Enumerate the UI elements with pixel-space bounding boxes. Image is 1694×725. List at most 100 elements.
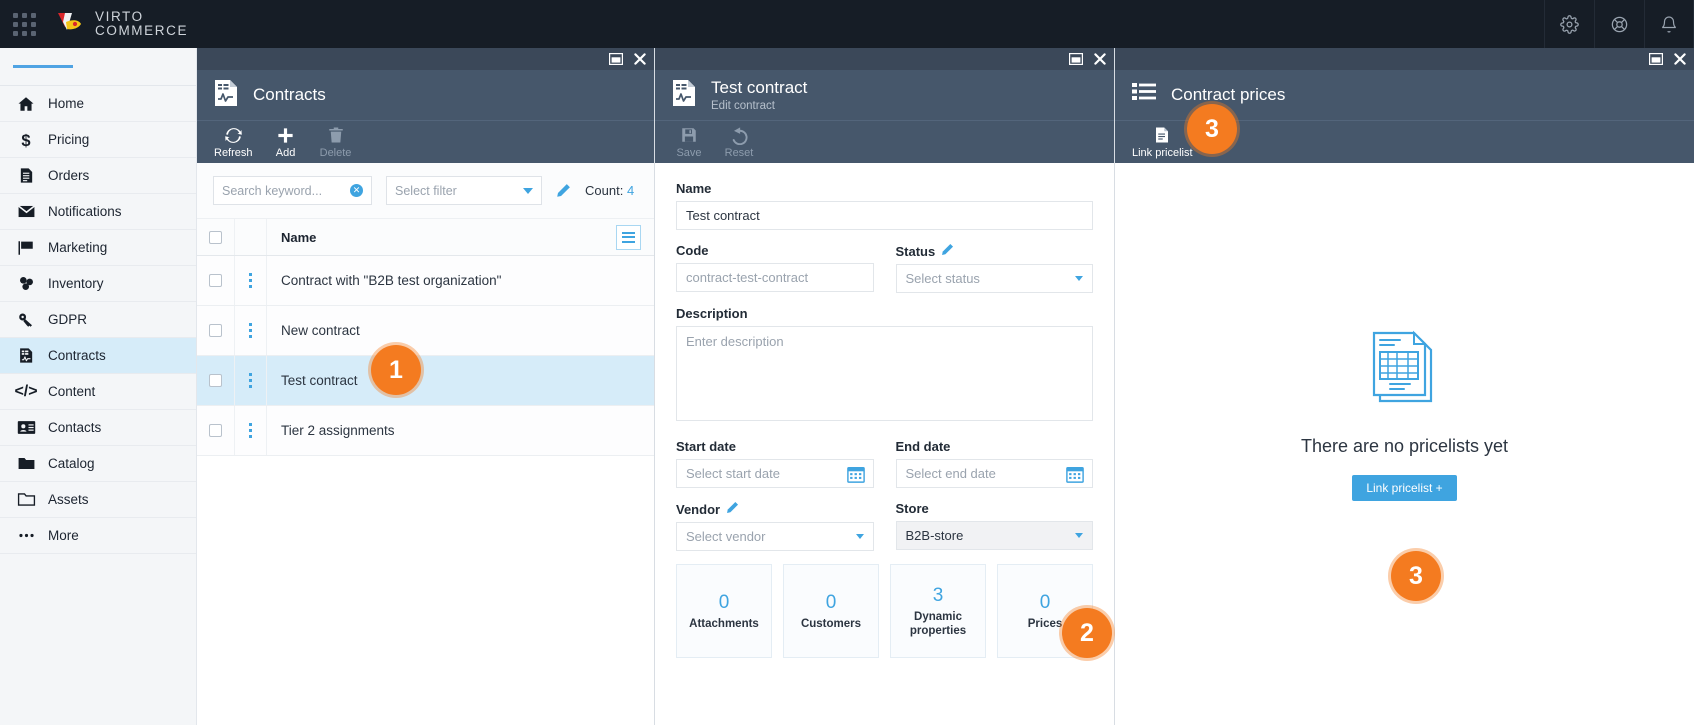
row-checkbox[interactable] <box>209 374 222 387</box>
sidebar-item-marketing[interactable]: Marketing <box>0 230 196 266</box>
end-date-input[interactable]: Select end date <box>895 459 1093 488</box>
row-menu-icon[interactable] <box>248 372 253 389</box>
sidebar-item-contracts[interactable]: Contracts <box>0 338 196 374</box>
search-input-wrapper[interactable]: ✕ <box>213 176 372 205</box>
toolbar-refresh-button[interactable]: Refresh <box>207 121 260 164</box>
row-menu-icon[interactable] <box>248 322 253 339</box>
sidebar-toggle-hamburger-icon[interactable] <box>0 48 196 86</box>
gear-icon[interactable] <box>1544 0 1594 48</box>
store-select-value: B2B-store <box>905 528 964 543</box>
row-name-cell: New contract <box>267 306 654 355</box>
row-checkbox[interactable] <box>209 324 222 337</box>
step-badge-2: 2 <box>1062 608 1112 658</box>
widget-dynamic-properties[interactable]: 3 Dynamic properties <box>890 564 986 658</box>
code-input[interactable] <box>676 263 874 292</box>
vendor-pencil-icon[interactable] <box>726 501 739 517</box>
row-menu-icon[interactable] <box>248 422 253 439</box>
row-name-cell: Tier 2 assignments <box>267 406 654 455</box>
table-row[interactable]: Contract with "B2B test organization" <box>197 256 654 306</box>
field-name: Name <box>676 181 1093 230</box>
widget-customers[interactable]: 0 Customers <box>783 564 879 658</box>
sidebar-item-catalog[interactable]: Catalog <box>0 446 196 482</box>
edit-filter-pencil-icon[interactable] <box>556 183 571 198</box>
clear-circle-icon[interactable]: ✕ <box>350 184 363 197</box>
apps-grid-icon[interactable] <box>0 0 48 48</box>
field-vendor-label-text: Vendor <box>676 501 721 517</box>
sidebar-item-inventory[interactable]: Inventory <box>0 266 196 302</box>
folder-filled-icon <box>16 455 36 473</box>
sidebar-item-assets[interactable]: Assets <box>0 482 196 518</box>
contracts-header: Contracts <box>197 70 654 120</box>
search-input[interactable] <box>222 183 350 198</box>
app-root: VIRTO COMMERCE Home $ Pricing Orders Not… <box>0 0 1694 725</box>
close-icon[interactable] <box>1094 53 1106 65</box>
restore-icon[interactable] <box>1069 53 1083 65</box>
step-badge-3: 3 <box>1391 551 1441 601</box>
sidebar-item-more[interactable]: More <box>0 518 196 554</box>
restore-icon[interactable] <box>1649 53 1663 65</box>
toolbar-add-button[interactable]: Add <box>262 121 310 164</box>
top-bar-left: VIRTO COMMERCE <box>0 0 213 48</box>
field-status: Status Select status <box>895 243 1094 293</box>
select-all-checkbox[interactable] <box>209 230 222 244</box>
store-select[interactable]: B2B-store <box>895 521 1093 550</box>
widget-attachments[interactable]: 0 Attachments <box>676 564 772 658</box>
edit-toolbar: Save Reset <box>655 120 1114 163</box>
filter-select[interactable]: Select filter <box>386 176 542 205</box>
lifebuoy-icon[interactable] <box>1594 0 1644 48</box>
close-icon[interactable] <box>1674 53 1686 65</box>
sidebar-item-orders[interactable]: Orders <box>0 158 196 194</box>
column-header-name: Name <box>267 219 654 255</box>
table-row[interactable]: New contract <box>197 306 654 356</box>
boxes-icon <box>16 275 36 293</box>
row-menu-icon[interactable] <box>248 272 253 289</box>
description-textarea[interactable] <box>676 326 1093 421</box>
ellipsis-icon <box>16 527 36 545</box>
sidebar-item-notifications[interactable]: Notifications <box>0 194 196 230</box>
row-checkbox[interactable] <box>209 424 222 437</box>
sidebar-item-label: Orders <box>48 168 90 183</box>
sidebar-item-label: Content <box>48 384 96 399</box>
name-input[interactable] <box>676 201 1093 230</box>
widget-count: 3 <box>932 584 944 606</box>
row-checkbox[interactable] <box>209 274 222 287</box>
calendar-icon[interactable] <box>1066 465 1084 486</box>
sidebar-item-pricing[interactable]: $ Pricing <box>0 122 196 158</box>
start-date-input[interactable]: Select start date <box>676 459 874 488</box>
status-select[interactable]: Select status <box>895 264 1093 293</box>
link-pricelist-button[interactable]: Link pricelist + <box>1352 474 1457 501</box>
select-all-cell <box>197 219 235 255</box>
row-vendor-store: Vendor Select vendor Store B2B-store <box>676 501 1093 551</box>
grid-settings-icon[interactable] <box>616 224 641 250</box>
restore-icon[interactable] <box>609 53 623 65</box>
row-checkbox-cell <box>197 256 235 305</box>
bell-icon[interactable] <box>1644 0 1694 48</box>
table-row[interactable]: Test contract <box>197 356 654 406</box>
top-bar-spacer <box>213 0 1544 48</box>
calendar-icon[interactable] <box>846 465 865 486</box>
table-row[interactable]: Tier 2 assignments <box>197 406 654 456</box>
close-icon[interactable] <box>634 53 646 65</box>
contracts-grid-header: Name <box>197 219 654 256</box>
row-menu-cell <box>235 256 267 305</box>
sidebar-item-home[interactable]: Home <box>0 86 196 122</box>
chevron-down-icon <box>855 534 864 539</box>
field-start-date-label: Start date <box>676 439 736 454</box>
vendor-select[interactable]: Select vendor <box>676 522 874 551</box>
edit-subtitle: Edit contract <box>711 99 775 112</box>
sidebar-item-content[interactable]: </> Content <box>0 374 196 410</box>
sidebar-item-contacts[interactable]: Contacts <box>0 410 196 446</box>
contract-icon <box>671 79 697 112</box>
undo-icon <box>730 126 749 145</box>
row-menu-cell <box>235 406 267 455</box>
key-icon <box>16 311 36 329</box>
field-status-label: Status <box>896 243 1094 259</box>
widget-count: 0 <box>1039 591 1051 613</box>
edit-contract-form: Name Code Status Select status <box>655 163 1114 704</box>
status-pencil-icon[interactable] <box>941 243 954 259</box>
sidebar-item-label: Inventory <box>48 276 104 291</box>
row-menu-cell <box>235 356 267 405</box>
field-code: Code <box>676 243 874 293</box>
toolbar-label: Save <box>676 146 702 159</box>
sidebar-item-gdpr[interactable]: GDPR <box>0 302 196 338</box>
